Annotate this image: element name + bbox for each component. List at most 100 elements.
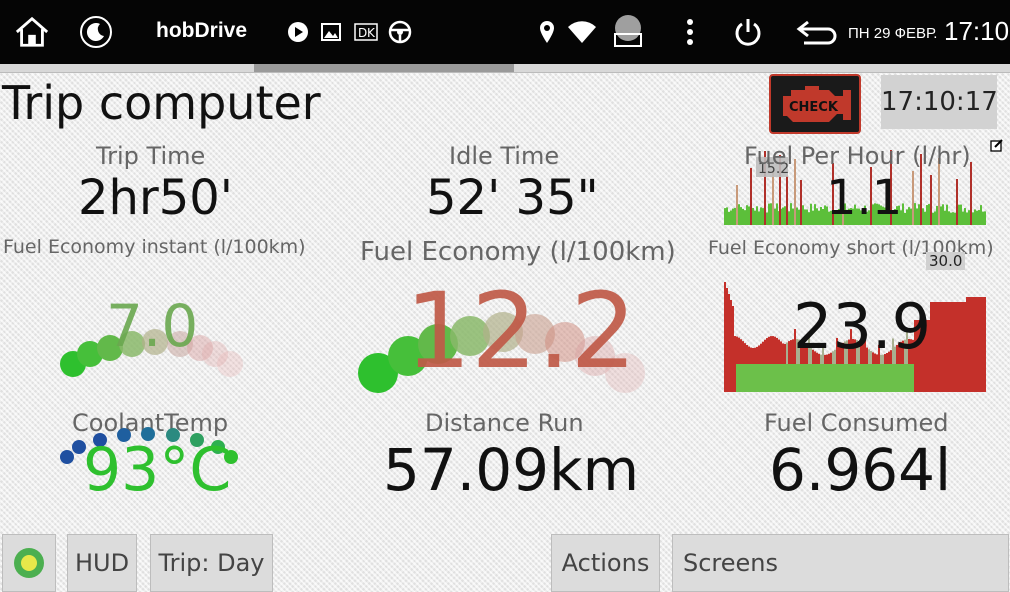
fes-bar-green <box>830 364 832 392</box>
trip-mode-button[interactable]: Trip: Day <box>150 534 273 592</box>
fph-bar <box>818 210 820 225</box>
fph-bar <box>724 208 726 225</box>
fph-bar <box>820 206 822 225</box>
more-options-icon[interactable] <box>672 14 708 50</box>
fes-bar <box>932 302 934 392</box>
fph-bar <box>906 209 908 225</box>
home-icon[interactable] <box>14 14 50 50</box>
app-moon-icon[interactable] <box>78 14 114 50</box>
power-icon[interactable] <box>730 14 766 50</box>
fes-bar <box>934 302 936 392</box>
fuel-economy-short-value: 23.9 <box>793 290 932 363</box>
fes-bar-green <box>912 364 914 392</box>
actions-button[interactable]: Actions <box>551 534 660 592</box>
fes-bar <box>952 302 954 392</box>
fes-bar <box>980 297 982 392</box>
fes-bar-green <box>826 364 828 392</box>
fes-bar <box>726 288 728 392</box>
fes-bar-green <box>902 364 904 392</box>
fes-bar-green <box>784 364 786 392</box>
fuel-per-hour-value: 1.1 <box>826 170 903 226</box>
fph-bar <box>974 209 976 225</box>
fes-bar-green <box>810 364 812 392</box>
fes-bar <box>962 302 964 392</box>
fes-bar <box>938 302 940 392</box>
fes-bar-green <box>824 364 826 392</box>
fes-bar-green <box>786 364 788 392</box>
fes-bar <box>732 306 734 392</box>
fes-bar-green <box>752 364 754 392</box>
fes-bar-green <box>776 364 778 392</box>
fes-bar-green <box>782 364 784 392</box>
fes-bar-green <box>872 364 874 392</box>
screen-scroll-indicator[interactable] <box>0 64 1010 73</box>
fes-bar <box>742 341 744 364</box>
check-engine-button[interactable]: CHECK <box>769 74 861 134</box>
fes-bar-green <box>866 364 868 392</box>
fes-bar-green <box>890 364 892 392</box>
fph-bar <box>922 208 924 225</box>
fph-bar <box>804 209 806 225</box>
fph-bar <box>910 208 912 225</box>
fes-bar <box>770 336 772 364</box>
fes-bar <box>760 343 762 364</box>
fes-bar-green <box>834 364 836 392</box>
fes-bar-green <box>766 364 768 392</box>
fes-bar-green <box>750 364 752 392</box>
fes-bar <box>736 336 738 364</box>
fph-bar <box>796 207 798 225</box>
fph-bar <box>742 208 744 225</box>
fph-bar <box>960 204 962 225</box>
fes-bar <box>776 337 778 364</box>
fph-bar <box>936 205 938 225</box>
scroll-thumb[interactable] <box>254 64 514 72</box>
fes-bar-green <box>828 364 830 392</box>
fes-bar-green <box>808 364 810 392</box>
fes-bar-green <box>770 364 772 392</box>
fph-bar <box>940 206 942 225</box>
hud-button[interactable]: HUD <box>67 534 137 592</box>
fes-bar <box>944 302 946 392</box>
fes-bar-green <box>806 364 808 392</box>
fes-bar-green <box>894 364 896 392</box>
fes-bar <box>956 302 958 392</box>
fes-bar-green <box>906 364 908 392</box>
status-indicator-button[interactable] <box>2 534 56 592</box>
back-icon[interactable] <box>796 14 838 50</box>
fph-bar <box>968 210 970 225</box>
fes-bar-green <box>862 364 864 392</box>
fes-bar-green <box>796 364 798 392</box>
fph-spike <box>930 175 932 225</box>
fes-bar <box>784 344 786 364</box>
edit-icon[interactable] <box>990 137 1004 152</box>
fes-bar-green <box>744 364 746 392</box>
fph-bar <box>726 207 728 225</box>
fes-bar <box>748 346 750 364</box>
fph-bar <box>904 212 906 225</box>
fph-bar <box>784 206 786 225</box>
fph-bar <box>932 212 934 225</box>
fes-bar-green <box>754 364 756 392</box>
fes-bar-green <box>774 364 776 392</box>
fes-bar <box>790 340 792 364</box>
fes-bar-green <box>852 364 854 392</box>
screens-button[interactable]: Screens <box>672 534 1009 592</box>
fph-bar <box>732 208 734 225</box>
fph-spike <box>912 171 914 225</box>
fes-bar-green <box>908 364 910 392</box>
fes-bar-green <box>858 364 860 392</box>
fes-bar <box>788 341 790 364</box>
fes-bar-green <box>888 364 890 392</box>
fes-bar <box>972 297 974 392</box>
fph-bar <box>752 208 754 225</box>
fes-bar-green <box>822 364 824 392</box>
fph-bar <box>952 212 954 225</box>
fes-bar <box>754 347 756 364</box>
fph-bar <box>954 212 956 225</box>
fph-bar <box>746 205 748 225</box>
fes-bar <box>978 297 980 392</box>
fuel-consumed-label: Fuel Consumed <box>764 409 949 437</box>
fes-bar-green <box>842 364 844 392</box>
engine-icon: CHECK <box>783 86 851 122</box>
fes-bar <box>774 336 776 364</box>
